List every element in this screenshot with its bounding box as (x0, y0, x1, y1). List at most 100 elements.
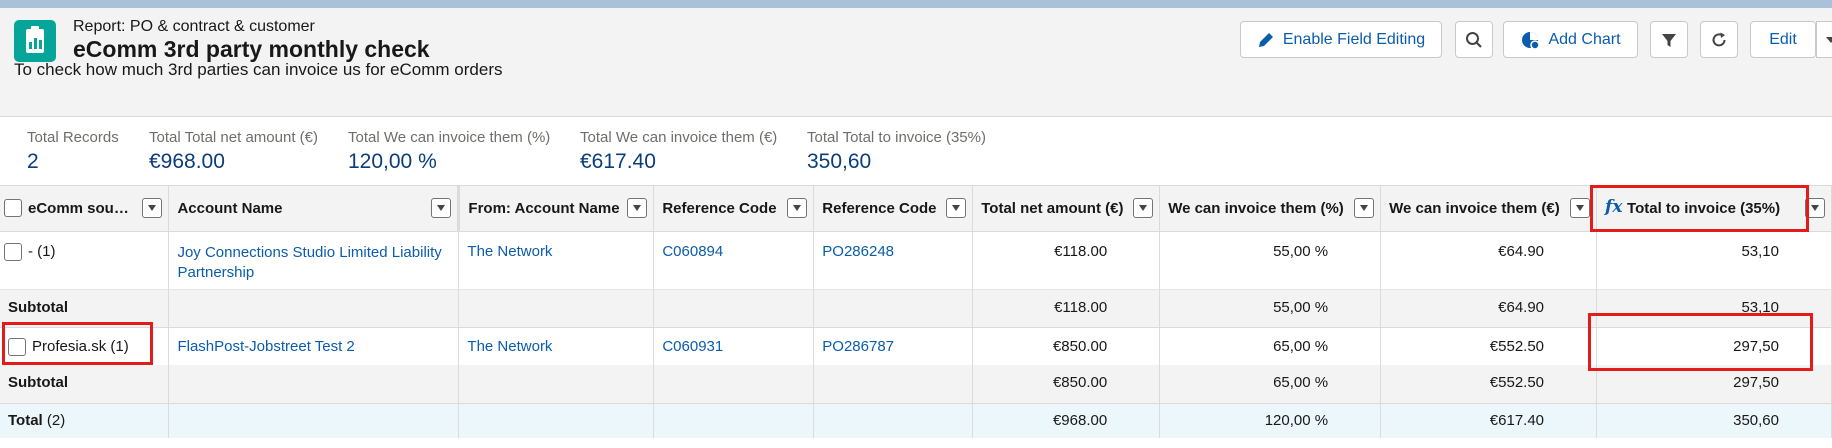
chevron-down-icon (1826, 36, 1832, 44)
invoice-eur-cell: €64.90 (1380, 231, 1598, 290)
summary-total-net-amount: Total Total net amount (€) €968.00 (149, 129, 318, 174)
column-menu-button[interactable] (1570, 198, 1591, 218)
chart-icon (1520, 30, 1541, 50)
summary-label: Total We can invoice them (€) (580, 129, 778, 146)
subtotal-eur-cell: €64.90 (1380, 289, 1598, 328)
from-account-cell: The Network (458, 327, 655, 365)
grand-total-count: (2) (46, 411, 66, 429)
empty-cell (168, 289, 460, 328)
table-row: Profesia.sk (1) FlashPost-Jobstreet Test… (0, 327, 1832, 365)
reference-code-link[interactable]: C060931 (662, 338, 723, 355)
invoice-pct-cell: 55,00 % (1159, 231, 1382, 290)
report-type-label: Report: PO & contract & customer (73, 18, 315, 35)
column-header[interactable]: Reference Code (813, 186, 974, 232)
column-header[interactable]: fx Total to invoice (35%) (1596, 186, 1832, 232)
column-header-label: We can invoice them (€) (1389, 200, 1560, 217)
summary-total-invoice-eur: Total We can invoice them (€) €617.40 (580, 129, 777, 174)
empty-cell (458, 365, 655, 404)
column-header[interactable]: eComm sou… (0, 186, 170, 232)
page-title: eComm 3rd party monthly check (73, 36, 430, 62)
reference-code-cell: PO286248 (813, 231, 974, 290)
select-all-checkbox[interactable] (4, 199, 22, 217)
empty-cell (813, 402, 974, 438)
filter-icon (1660, 31, 1678, 49)
column-menu-button[interactable] (1133, 198, 1154, 218)
column-menu-button[interactable] (142, 198, 163, 218)
reference-code-link[interactable]: C060894 (662, 243, 723, 260)
reference-code-cell: C060931 (653, 327, 815, 365)
grand-total-row: Total (2) €968.00 120,00 % €617.40 350,6… (0, 402, 1832, 438)
edit-label: Edit (1769, 30, 1797, 48)
edit-button[interactable]: Edit (1750, 21, 1816, 58)
refresh-button[interactable] (1700, 21, 1738, 58)
formula-icon: fx (1605, 197, 1623, 217)
invoice-eur-cell: €552.50 (1380, 327, 1598, 365)
from-account-cell: The Network (458, 231, 655, 290)
account-name-cell: FlashPost-Jobstreet Test 2 (168, 327, 460, 365)
column-header-label: Total net amount (€) (981, 200, 1124, 217)
empty-cell (813, 289, 974, 328)
subtotal-pct-cell: 55,00 % (1159, 289, 1382, 328)
empty-cell (168, 402, 460, 438)
grand-total-pct-cell: 120,00 % (1159, 402, 1382, 438)
column-header[interactable]: We can invoice them (%) (1159, 186, 1382, 232)
report-description: To check how much 3rd parties can invoic… (14, 60, 503, 79)
subtotal-label: Subtotal (0, 289, 170, 328)
subtotal-row: Subtotal €118.00 55,00 % €64.90 53,10 (0, 289, 1832, 328)
invoice-pct-cell: 65,00 % (1159, 327, 1382, 365)
column-header-label: Account Name (177, 200, 283, 217)
summary-value: 120,00 % (348, 150, 437, 173)
account-link[interactable]: FlashPost-Jobstreet Test 2 (177, 338, 354, 355)
po-reference-link[interactable]: PO286787 (822, 338, 894, 355)
report-table-container: eComm sou… Account Name From: Account Na… (0, 185, 1832, 448)
edit-menu-dropdown[interactable] (1816, 21, 1832, 58)
report-app-icon (14, 20, 56, 62)
column-menu-button[interactable] (431, 198, 452, 218)
subtotal-total-cell: 53,10 (1596, 289, 1832, 328)
empty-cell (653, 402, 815, 438)
group-label: Profesia.sk (1) (32, 337, 129, 355)
column-header[interactable]: We can invoice them (€) (1380, 186, 1598, 232)
column-header[interactable]: Total net amount (€) (972, 186, 1161, 232)
row-checkbox[interactable] (4, 242, 22, 261)
summary-value: 2 (27, 150, 39, 173)
column-menu-button[interactable] (627, 198, 648, 218)
column-menu-button[interactable] (787, 198, 808, 218)
add-chart-button[interactable]: Add Chart (1503, 21, 1638, 58)
net-amount-cell: €118.00 (972, 231, 1161, 290)
column-header[interactable]: Reference Code (653, 186, 815, 232)
from-account-link[interactable]: The Network (467, 243, 552, 260)
column-header[interactable]: From: Account Name (457, 186, 655, 232)
column-menu-button[interactable] (1805, 198, 1825, 218)
from-account-link[interactable]: The Network (467, 338, 552, 355)
empty-cell (813, 365, 974, 404)
column-header-label: eComm sou… (28, 200, 129, 217)
column-header[interactable]: Account Name (168, 186, 460, 232)
empty-cell (458, 402, 655, 438)
grand-total-label-cell: Total (2) (0, 402, 170, 438)
subtotal-pct-cell: 65,00 % (1159, 365, 1382, 404)
reference-code-cell: PO286787 (813, 327, 974, 365)
grand-total-total-cell: 350,60 (1596, 402, 1832, 438)
search-button[interactable] (1455, 21, 1493, 58)
grand-total-label: Total (8, 411, 43, 429)
pencil-icon (1257, 31, 1275, 49)
subtotal-label: Subtotal (0, 365, 170, 404)
column-menu-button[interactable] (1354, 198, 1375, 218)
empty-cell (168, 365, 460, 404)
column-menu-button[interactable] (946, 198, 967, 218)
net-amount-cell: €850.00 (972, 327, 1161, 365)
column-header-label: We can invoice them (%) (1168, 200, 1344, 217)
summary-value: 350,60 (807, 150, 872, 173)
summary-label: Total Records (27, 129, 119, 146)
subtotal-total-cell: 297,50 (1596, 365, 1832, 404)
filter-button[interactable] (1650, 21, 1688, 58)
account-link[interactable]: Joy Connections Studio Limited Liability… (177, 244, 441, 281)
row-checkbox[interactable] (8, 337, 26, 356)
grand-total-eur-cell: €617.40 (1380, 402, 1598, 438)
report-table: eComm sou… Account Name From: Account Na… (0, 186, 1832, 438)
po-reference-link[interactable]: PO286248 (822, 243, 894, 260)
summary-strip: Total Records 2 Total Total net amount (… (0, 117, 1832, 185)
search-icon (1465, 31, 1483, 49)
enable-field-editing-button[interactable]: Enable Field Editing (1240, 21, 1442, 58)
